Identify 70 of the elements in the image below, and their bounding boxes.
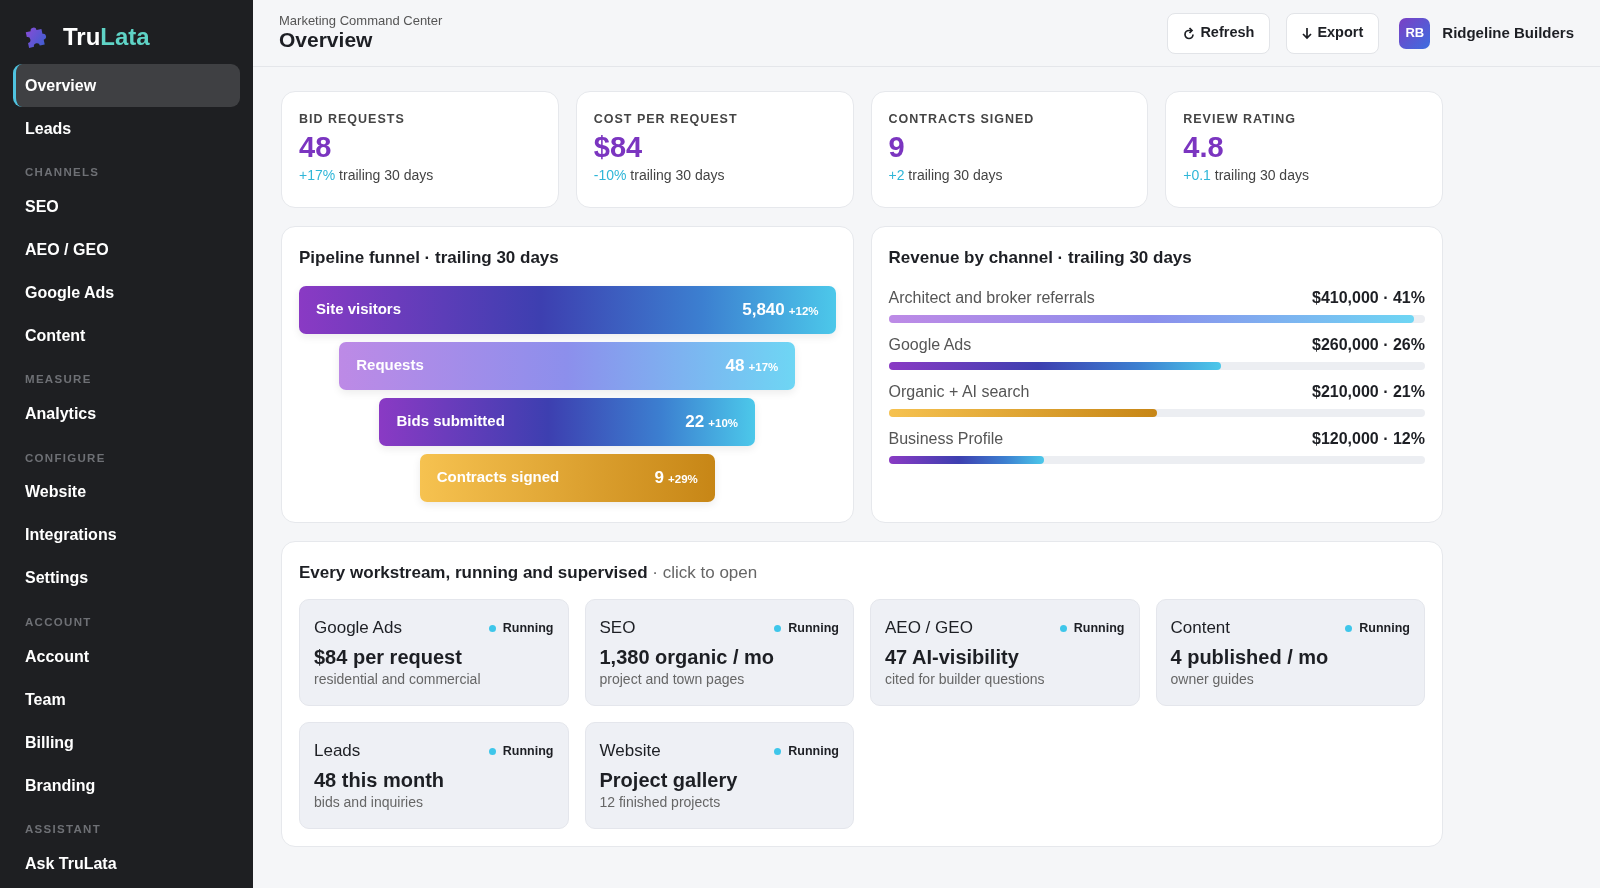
sidebar-item[interactable]: Ask TruLata <box>13 842 240 886</box>
sidebar-item[interactable]: Website <box>13 470 240 514</box>
kpi-value: 4.8 <box>1183 129 1225 165</box>
sidebar-item[interactable]: Content <box>13 314 240 358</box>
page-title: Overview <box>279 28 374 53</box>
workstream-card[interactable]: Content Running 4 published / mo owner guides <box>1155 598 1425 706</box>
account-avatar[interactable]: RB <box>1399 17 1431 49</box>
sidebar-item[interactable]: Billing <box>13 721 240 764</box>
sidebar-item[interactable]: Google Ads <box>13 271 240 315</box>
sidebar-item[interactable]: Settings <box>13 556 240 600</box>
page-subtitle: Marketing Command Center <box>279 13 443 29</box>
section-heading: ASSISTANT <box>24 822 103 837</box>
funnel-change: +12% <box>788 304 819 317</box>
funnel-value: 5,840 <box>742 299 785 319</box>
sidebar-item[interactable]: Integrations <box>13 513 240 557</box>
sidebar-item[interactable]: Team <box>13 678 240 721</box>
account-name[interactable]: Ridgeline Builders <box>1442 21 1574 45</box>
workstream-card[interactable]: SEO Running 1,380 organic / mo project and town pages <box>584 598 854 706</box>
channel-amount: $120,000 · 12% <box>1312 428 1425 449</box>
funnel-label: Requests <box>356 355 424 376</box>
sidebar-item[interactable]: Overview <box>13 64 240 107</box>
card-title: Revenue by channel · trailing 30 days <box>888 247 1193 269</box>
kpi-value: 48 <box>299 129 333 165</box>
section-heading: MEASURE <box>24 372 93 388</box>
sidebar-item[interactable]: Account <box>13 635 240 678</box>
channel-name: Google Ads <box>888 334 972 355</box>
kpi-note: -10% trailing 30 days <box>593 166 726 185</box>
funnel-value: 9 <box>654 467 665 487</box>
refresh-button[interactable]: Refresh <box>1167 12 1271 54</box>
card-title: Every workstream, running and supervised · click to open <box>299 562 759 584</box>
workstream-card[interactable]: Website Running Project gallery 12 finished projects <box>584 721 854 829</box>
funnel-change: +29% <box>668 472 698 485</box>
sidebar-item[interactable]: Analytics <box>13 392 240 436</box>
channel-amount: $260,000 · 26% <box>1312 334 1425 355</box>
funnel-label: Site visitors <box>316 299 402 320</box>
channel-name: Architect and broker referrals <box>888 287 1095 308</box>
section-heading: CHANNELS <box>24 165 101 180</box>
workstream-card[interactable]: Google Ads Running $84 per request residential and commercial <box>299 598 569 706</box>
brand-name: TruLata <box>63 22 150 52</box>
section-heading: ACCOUNT <box>24 614 93 630</box>
kpi-note: +2 trailing 30 days <box>888 166 1004 185</box>
sidebar-item[interactable]: AEO / GEO <box>13 228 240 272</box>
funnel-label: Bids submitted <box>396 411 505 432</box>
funnel-label: Contracts signed <box>436 467 560 488</box>
kpi-note: +17% trailing 30 days <box>299 166 435 185</box>
export-button[interactable]: Export <box>1286 12 1380 54</box>
sidebar-item[interactable]: Leads <box>13 107 240 150</box>
funnel-change: +10% <box>708 416 738 429</box>
funnel-change: +17% <box>748 360 779 373</box>
sidebar-item[interactable]: Branding <box>13 764 240 807</box>
funnel-value: 22 <box>685 411 705 431</box>
channel-name: Business Profile <box>888 428 1004 449</box>
workstream-card[interactable]: Leads Running 48 this month bids and inquiries <box>299 721 569 829</box>
channel-amount: $210,000 · 21% <box>1312 381 1425 402</box>
kpi-note: +0.1 trailing 30 days <box>1183 166 1310 185</box>
down-arrow-icon <box>1302 26 1313 40</box>
channel-amount: $410,000 · 41% <box>1312 287 1425 308</box>
card-title: Pipeline funnel · trailing 30 days <box>299 247 560 269</box>
sidebar-item[interactable]: SEO <box>13 185 240 229</box>
kpi-value: $84 <box>593 129 644 165</box>
kpi-label: CONTRACTS SIGNED <box>888 111 1036 128</box>
refresh-icon <box>1183 26 1196 40</box>
kpi-label: REVIEW RATING <box>1183 111 1298 128</box>
section-heading: CONFIGURE <box>24 450 107 466</box>
channel-name: Organic + AI search <box>888 381 1030 402</box>
kpi-label: COST PER REQUEST <box>593 111 739 128</box>
workstream-card[interactable]: AEO / GEO Running 47 AI-visibility cited for builder questions <box>870 598 1140 706</box>
kpi-label: BID REQUESTS <box>299 111 406 128</box>
kpi-value: 9 <box>888 129 906 165</box>
funnel-value: 48 <box>725 355 745 375</box>
